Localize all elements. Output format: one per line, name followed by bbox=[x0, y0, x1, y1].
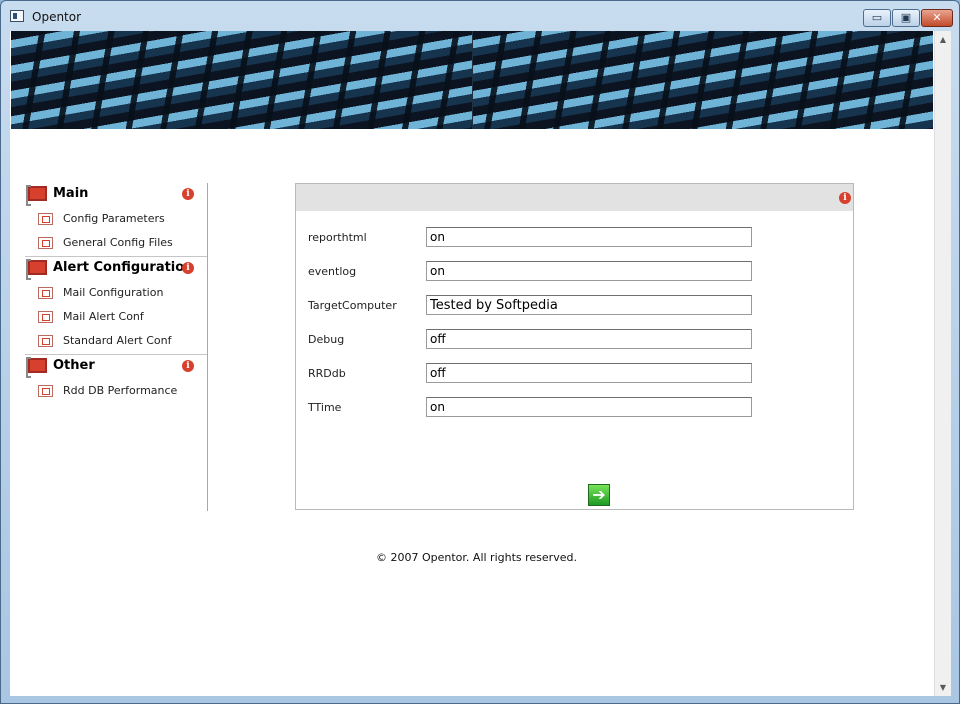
close-button[interactable]: ✕ bbox=[921, 9, 953, 27]
sidebar-item-label: Standard Alert Conf bbox=[63, 334, 172, 347]
field-label-eventlog: eventlog bbox=[308, 265, 357, 278]
app-icon bbox=[10, 10, 24, 22]
scroll-down-icon[interactable]: ▼ bbox=[935, 679, 951, 696]
reporthtml-input[interactable] bbox=[426, 227, 752, 247]
red-box-icon bbox=[26, 259, 47, 280]
small-box-icon bbox=[38, 213, 53, 225]
page-content: ▲ ▼ Main i Config Parameters General Con… bbox=[10, 31, 951, 696]
sidebar-item-rdd-db-performance[interactable]: Rdd DB Performance bbox=[25, 379, 207, 403]
small-box-icon bbox=[38, 237, 53, 249]
rrddb-input[interactable] bbox=[426, 363, 752, 383]
sidebar-item-standard-alert-conf[interactable]: Standard Alert Conf bbox=[25, 329, 207, 353]
info-icon[interactable]: i bbox=[182, 360, 194, 372]
sidebar-item-label: Config Parameters bbox=[63, 212, 165, 225]
sidebar-item-label: Mail Alert Conf bbox=[63, 310, 144, 323]
ttime-input[interactable] bbox=[426, 397, 752, 417]
banner-keyboard-image bbox=[11, 31, 472, 129]
eventlog-input[interactable] bbox=[426, 261, 752, 281]
info-icon[interactable]: i bbox=[839, 192, 851, 204]
sidebar-section-main[interactable]: Main i bbox=[25, 183, 207, 207]
field-label-targetcomputer: TargetComputer bbox=[308, 299, 397, 312]
window-title: Opentor bbox=[32, 10, 82, 24]
sidebar-section-other[interactable]: Other i bbox=[25, 355, 207, 379]
panel-header: i bbox=[296, 184, 853, 211]
arrow-right-icon: ➔ bbox=[592, 485, 606, 504]
sidebar-section-alert-configuration[interactable]: Alert Configuration i bbox=[25, 257, 207, 281]
title-bar[interactable]: Opentor ▭ ▣ ✕ bbox=[1, 1, 959, 31]
sidebar-item-label: Rdd DB Performance bbox=[63, 384, 178, 397]
submit-button[interactable]: ➔ bbox=[588, 484, 610, 506]
sidebar-item-label: General Config Files bbox=[63, 236, 173, 249]
info-icon[interactable]: i bbox=[182, 188, 194, 200]
red-box-icon bbox=[26, 357, 47, 378]
sidebar-item-mail-configuration[interactable]: Mail Configuration bbox=[25, 281, 207, 305]
field-label-reporthtml: reporthtml bbox=[308, 231, 367, 244]
targetcomputer-input[interactable] bbox=[426, 295, 752, 315]
copyright-footer: © 2007 Opentor. All rights reserved. bbox=[376, 551, 577, 564]
debug-input[interactable] bbox=[426, 329, 752, 349]
sidebar-nav: Main i Config Parameters General Config … bbox=[25, 183, 208, 511]
info-icon[interactable]: i bbox=[182, 262, 194, 274]
maximize-button[interactable]: ▣ bbox=[892, 9, 920, 27]
sidebar-item-general-config-files[interactable]: General Config Files bbox=[25, 231, 207, 255]
field-label-rrddb: RRDdb bbox=[308, 367, 346, 380]
sidebar-item-mail-alert-conf[interactable]: Mail Alert Conf bbox=[25, 305, 207, 329]
field-label-debug: Debug bbox=[308, 333, 345, 346]
scroll-up-icon[interactable]: ▲ bbox=[935, 31, 951, 48]
config-form-panel: i reporthtml eventlog TargetComputer Deb… bbox=[295, 183, 854, 510]
sidebar-section-title: Other bbox=[53, 358, 95, 373]
field-label-ttime: TTime bbox=[308, 401, 342, 414]
header-banner bbox=[11, 31, 933, 129]
small-box-icon bbox=[38, 385, 53, 397]
small-box-icon bbox=[38, 311, 53, 323]
sidebar-section-title: Alert Configuration bbox=[53, 260, 194, 275]
app-window: Opentor ▭ ▣ ✕ ▲ ▼ Main i Config Paramete… bbox=[0, 0, 960, 704]
red-box-icon bbox=[26, 185, 47, 206]
vertical-scrollbar[interactable]: ▲ ▼ bbox=[934, 31, 951, 696]
sidebar-item-label: Mail Configuration bbox=[63, 286, 164, 299]
small-box-icon bbox=[38, 287, 53, 299]
sidebar-section-title: Main bbox=[53, 186, 89, 201]
small-box-icon bbox=[38, 335, 53, 347]
sidebar-item-config-parameters[interactable]: Config Parameters bbox=[25, 207, 207, 231]
banner-keyboard-image bbox=[472, 31, 933, 129]
minimize-button[interactable]: ▭ bbox=[863, 9, 891, 27]
